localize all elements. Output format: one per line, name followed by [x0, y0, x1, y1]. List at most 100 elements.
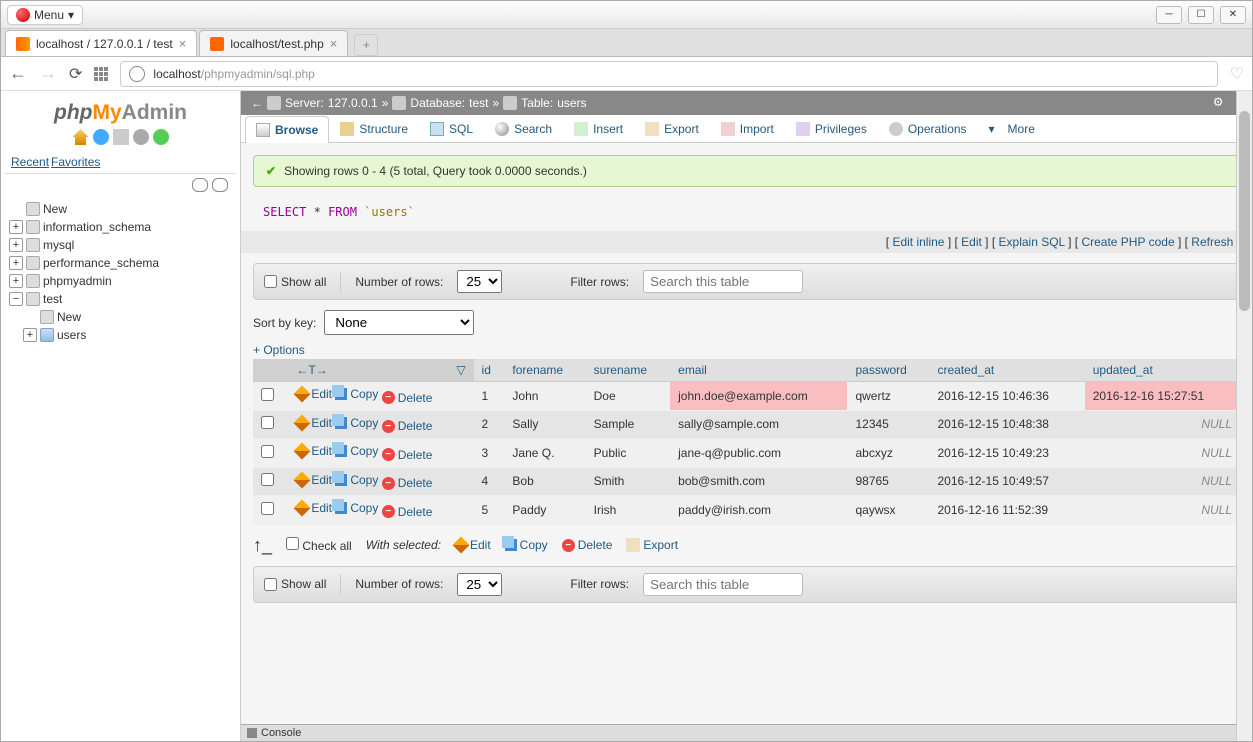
copy-link[interactable]: Copy: [335, 473, 378, 487]
collapse-nav-icon[interactable]: ←: [251, 96, 263, 110]
browser-tab-0[interactable]: localhost / 127.0.0.1 / test ×: [5, 30, 197, 56]
minimize-button[interactable]: ─: [1156, 6, 1182, 24]
console-toggle[interactable]: Console: [241, 724, 1236, 741]
tree-item-new[interactable]: New: [5, 308, 236, 326]
edit-link[interactable]: Edit: [296, 473, 332, 487]
col-email[interactable]: email: [670, 359, 847, 382]
speed-dial-button[interactable]: [94, 67, 108, 81]
reload-button[interactable]: ⟳: [69, 64, 82, 84]
row-checkbox[interactable]: [261, 502, 274, 515]
expander-icon[interactable]: +: [23, 328, 37, 342]
forward-button[interactable]: →: [39, 63, 57, 84]
sort-select[interactable]: None: [324, 310, 474, 335]
col-surename[interactable]: surename: [586, 359, 671, 382]
edit-link[interactable]: Edit: [296, 444, 332, 458]
tree-item-information_schema[interactable]: +information_schema: [5, 218, 236, 236]
browser-tab-1[interactable]: localhost/test.php ×: [199, 30, 348, 56]
edit-link[interactable]: Edit: [296, 387, 332, 401]
sql-link-create-php-code[interactable]: Create PHP code: [1081, 235, 1174, 249]
tab-more[interactable]: More: [978, 115, 1046, 142]
delete-link[interactable]: −Delete: [382, 505, 433, 519]
reload-icon[interactable]: [153, 129, 169, 145]
bulk-export[interactable]: Export: [626, 538, 678, 552]
tab-import[interactable]: Import: [710, 115, 785, 142]
copy-link[interactable]: Copy: [335, 444, 378, 458]
gear-icon[interactable]: ⚙: [1213, 95, 1229, 111]
delete-link[interactable]: −Delete: [382, 448, 433, 462]
col-created_at[interactable]: created_at: [930, 359, 1085, 382]
tab-operations[interactable]: Operations: [878, 115, 978, 142]
opera-menu-button[interactable]: Menu ▾: [7, 5, 83, 25]
col-forename[interactable]: forename: [504, 359, 585, 382]
tree-item-new[interactable]: New: [5, 200, 236, 218]
maximize-button[interactable]: ☐: [1188, 6, 1214, 24]
expander-icon[interactable]: +: [9, 256, 23, 270]
logout-icon[interactable]: [93, 129, 109, 145]
tree-item-mysql[interactable]: +mysql: [5, 236, 236, 254]
delete-link[interactable]: −Delete: [382, 391, 433, 405]
col-updated_at[interactable]: updated_at: [1085, 359, 1240, 382]
expander-icon[interactable]: +: [9, 238, 23, 252]
bulk-delete[interactable]: −Delete: [562, 538, 613, 552]
num-rows-select-2[interactable]: 25: [457, 573, 502, 596]
expander-icon[interactable]: +: [9, 220, 23, 234]
bulk-edit[interactable]: Edit: [455, 538, 491, 552]
tree-item-performance_schema[interactable]: +performance_schema: [5, 254, 236, 272]
filter-input-2[interactable]: [643, 573, 803, 596]
show-all-checkbox[interactable]: Show all: [264, 275, 326, 289]
tree-item-test[interactable]: −test: [5, 290, 236, 308]
favorites-tab[interactable]: Favorites: [51, 155, 100, 169]
recent-tab[interactable]: Recent: [11, 155, 49, 169]
delete-link[interactable]: −Delete: [382, 476, 433, 490]
row-checkbox[interactable]: [261, 473, 274, 486]
num-rows-select[interactable]: 25: [457, 270, 502, 293]
vertical-scrollbar[interactable]: [1236, 91, 1252, 741]
bc-server[interactable]: 127.0.0.1: [328, 96, 378, 110]
edit-link[interactable]: Edit: [296, 416, 332, 430]
copy-link[interactable]: Copy: [335, 387, 378, 401]
link-icon[interactable]: [212, 178, 228, 192]
row-checkbox[interactable]: [261, 388, 274, 401]
filter-input[interactable]: [643, 270, 803, 293]
settings-icon[interactable]: [133, 129, 149, 145]
expander-icon[interactable]: +: [9, 274, 23, 288]
tab-browse[interactable]: Browse: [245, 116, 329, 143]
check-all[interactable]: Check all: [286, 537, 352, 553]
row-checkbox[interactable]: [261, 445, 274, 458]
options-toggle[interactable]: + Options: [253, 343, 1240, 357]
url-field[interactable]: localhost/phpmyadmin/sql.php: [120, 61, 1217, 87]
bookmark-button[interactable]: ♡: [1230, 64, 1244, 84]
sql-link-refresh[interactable]: Refresh: [1191, 235, 1233, 249]
tab-structure[interactable]: Structure: [329, 115, 419, 142]
bc-table[interactable]: users: [557, 96, 586, 110]
tree-item-phpmyadmin[interactable]: +phpmyadmin: [5, 272, 236, 290]
collapse-icon[interactable]: [192, 178, 208, 192]
tab-search[interactable]: Search: [484, 115, 563, 142]
bulk-copy[interactable]: Copy: [505, 538, 548, 552]
sql-link-explain-sql[interactable]: Explain SQL: [999, 235, 1065, 249]
sql-link-edit[interactable]: Edit: [961, 235, 982, 249]
back-button[interactable]: ←: [9, 63, 27, 84]
tab-sql[interactable]: SQL: [419, 115, 484, 142]
tab-close-icon[interactable]: ×: [179, 36, 187, 51]
expander-icon[interactable]: −: [9, 292, 23, 306]
copy-link[interactable]: Copy: [335, 501, 378, 515]
copy-link[interactable]: Copy: [335, 416, 378, 430]
close-button[interactable]: ✕: [1220, 6, 1246, 24]
sql-link-edit-inline[interactable]: Edit inline: [892, 235, 944, 249]
docs-icon[interactable]: [113, 129, 129, 145]
col-password[interactable]: password: [847, 359, 929, 382]
tab-export[interactable]: Export: [634, 115, 710, 142]
row-checkbox[interactable]: [261, 416, 274, 429]
new-tab-button[interactable]: +: [354, 34, 378, 56]
delete-link[interactable]: −Delete: [382, 419, 433, 433]
show-all-checkbox-2[interactable]: Show all: [264, 577, 326, 591]
tab-privileges[interactable]: Privileges: [785, 115, 878, 142]
tab-insert[interactable]: Insert: [563, 115, 634, 142]
col-id[interactable]: id: [474, 359, 505, 382]
bc-database[interactable]: test: [469, 96, 488, 110]
home-icon[interactable]: [73, 129, 89, 145]
tree-item-users[interactable]: +users: [5, 326, 236, 344]
tab-close-icon[interactable]: ×: [330, 36, 338, 51]
edit-link[interactable]: Edit: [296, 501, 332, 515]
